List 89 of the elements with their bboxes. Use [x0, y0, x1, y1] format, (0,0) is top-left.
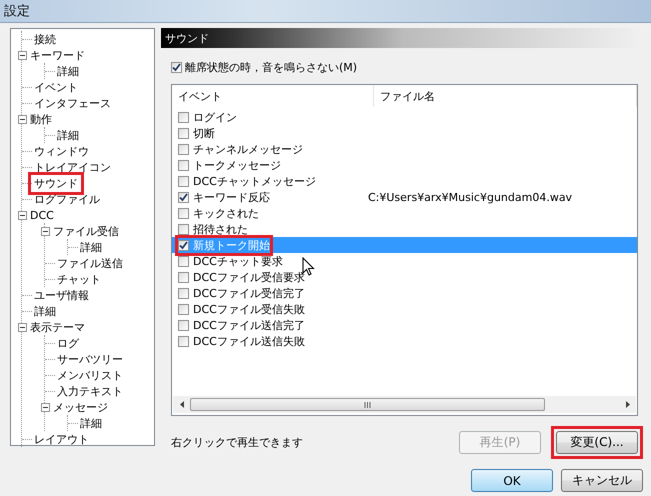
- event-row[interactable]: キックされた: [172, 205, 637, 221]
- tree-item[interactable]: DCC: [28, 208, 56, 222]
- checkbox[interactable]: [178, 320, 189, 330]
- checkbox[interactable]: [178, 240, 189, 250]
- checkbox[interactable]: [178, 208, 189, 218]
- event-label: キックされた: [193, 206, 259, 220]
- checkbox[interactable]: [178, 224, 189, 234]
- event-label: チャンネルメッセージ: [193, 142, 303, 156]
- cancel-button[interactable]: キャンセル: [561, 469, 643, 492]
- checkbox[interactable]: [178, 336, 189, 346]
- tree-item[interactable]: 詳細: [55, 128, 81, 142]
- collapse-icon[interactable]: [18, 114, 27, 124]
- tree-item[interactable]: 表示テーマ: [28, 320, 87, 334]
- event-label: DCCファイル受信要求: [193, 270, 305, 284]
- checkbox-label: 離席状態の時，音を鳴らさない(M): [185, 60, 358, 75]
- event-row[interactable]: DCCファイル送信完了: [172, 317, 637, 333]
- collapse-icon[interactable]: [18, 210, 27, 220]
- tree-item[interactable]: 詳細: [78, 240, 104, 254]
- tree-item[interactable]: 詳細: [78, 416, 104, 430]
- tree-item[interactable]: ログ: [55, 336, 81, 350]
- column-header[interactable]: イベント: [172, 85, 374, 107]
- event-row[interactable]: DCCファイル受信完了: [172, 285, 637, 301]
- event-row[interactable]: DCCチャットメッセージ: [172, 173, 637, 189]
- collapse-icon[interactable]: [18, 322, 27, 332]
- event-label: DCCチャットメッセージ: [193, 174, 316, 188]
- right-arrow-icon[interactable]: [626, 401, 630, 408]
- tree-item[interactable]: ウィンドウ: [32, 144, 91, 158]
- checkbox[interactable]: [178, 256, 189, 266]
- tree-item[interactable]: 詳細: [32, 304, 58, 318]
- column-header[interactable]: ファイル名: [374, 85, 637, 107]
- tree-item[interactable]: ファイル受信: [51, 224, 121, 238]
- change-button[interactable]: 変更(C)...: [556, 431, 638, 454]
- checkbox[interactable]: [178, 176, 189, 186]
- event-label: DCCファイル送信失敗: [193, 334, 305, 348]
- tree-item[interactable]: 接続: [32, 32, 58, 46]
- window-title: 設定: [4, 3, 30, 20]
- tree-item[interactable]: イベント: [32, 80, 80, 94]
- event-label: 新規トーク開始: [193, 238, 270, 252]
- event-row[interactable]: DCCファイル送信失敗: [172, 333, 637, 349]
- checkbox[interactable]: [178, 160, 189, 170]
- event-row[interactable]: DCCチャット要求: [172, 253, 637, 269]
- tree-item[interactable]: ログファイル: [32, 192, 102, 206]
- checkbox[interactable]: [178, 192, 189, 202]
- tree-item[interactable]: レイアウト: [32, 432, 91, 446]
- event-label: DCCファイル受信失敗: [193, 302, 305, 316]
- checkbox[interactable]: [178, 112, 189, 122]
- event-label: DCCチャット要求: [193, 254, 283, 268]
- event-label: キーワード反応: [193, 190, 270, 204]
- checkbox[interactable]: [178, 272, 189, 282]
- file-path: C:¥Users¥arx¥Music¥gundam04.wav: [368, 190, 572, 204]
- tree-item[interactable]: メンバリスト: [55, 368, 125, 382]
- event-label: トークメッセージ: [193, 158, 281, 172]
- checkbox[interactable]: [171, 62, 182, 73]
- checkbox[interactable]: [178, 128, 189, 138]
- event-row[interactable]: ログイン: [172, 109, 637, 125]
- event-row[interactable]: トークメッセージ: [172, 157, 637, 173]
- event-row[interactable]: キーワード反応 C:¥Users¥arx¥Music¥gundam04.wav: [172, 189, 637, 205]
- tree-item[interactable]: ユーザ情報: [32, 288, 91, 302]
- tree-item[interactable]: サーバツリー: [55, 352, 125, 366]
- collapse-icon[interactable]: [18, 50, 27, 60]
- event-label: DCCファイル受信完了: [193, 286, 305, 300]
- hint-text: 右クリックで再生できます: [171, 435, 304, 450]
- tree-item[interactable]: 詳細: [55, 64, 81, 78]
- tree-item[interactable]: インタフェース: [32, 96, 113, 110]
- checkbox[interactable]: [178, 288, 189, 298]
- event-label: DCCファイル送信完了: [193, 318, 305, 332]
- tree-item[interactable]: メッセージ: [51, 400, 110, 414]
- left-arrow-icon[interactable]: [180, 401, 184, 408]
- checkbox[interactable]: [178, 304, 189, 314]
- event-row[interactable]: DCCファイル受信要求: [172, 269, 637, 285]
- event-label: ログイン: [193, 110, 237, 124]
- tree-item[interactable]: 動作: [28, 112, 54, 126]
- collapse-icon[interactable]: [41, 226, 50, 236]
- tree-item[interactable]: 入力テキスト: [55, 384, 125, 398]
- event-row[interactable]: DCCファイル受信失敗: [172, 301, 637, 317]
- collapse-icon[interactable]: [41, 402, 50, 412]
- checkbox[interactable]: [178, 144, 189, 154]
- horizontal-scrollbar[interactable]: [173, 396, 636, 413]
- tree-item[interactable]: キーワード: [28, 48, 87, 62]
- event-row[interactable]: 切断: [172, 125, 637, 141]
- tree-item[interactable]: チャット: [55, 272, 103, 286]
- event-label: 切断: [193, 126, 215, 140]
- event-row[interactable]: 招待された: [172, 221, 637, 237]
- ok-button[interactable]: OK: [471, 469, 553, 492]
- event-row[interactable]: チャンネルメッセージ: [172, 141, 637, 157]
- scroll-thumb[interactable]: [190, 398, 545, 411]
- tree-item[interactable]: トレイアイコン: [32, 160, 113, 174]
- tree-item[interactable]: ファイル送信: [55, 256, 125, 270]
- event-label: 招待された: [193, 222, 248, 236]
